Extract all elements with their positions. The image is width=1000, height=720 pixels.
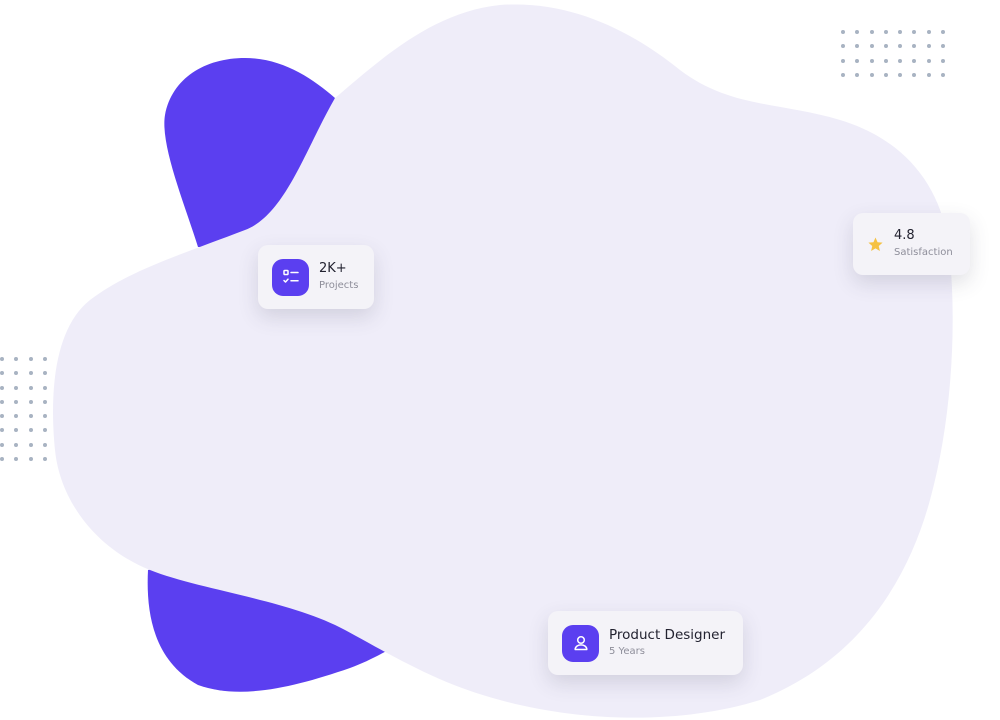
hero-illustration: 2K+ Projects 4.8 Satisfaction Product De… (0, 0, 1000, 720)
satisfaction-label: Satisfaction (894, 247, 953, 258)
dot-pattern-left (0, 357, 47, 462)
dot-pattern-top-right (841, 30, 946, 77)
background-blobs (53, 4, 953, 718)
role-title: Product Designer (609, 627, 726, 643)
satisfaction-score: 4.8 (894, 228, 915, 243)
user-icon (562, 624, 599, 662)
role-card: Product Designer 5 Years (548, 611, 743, 675)
satisfaction-stat-card: 4.8 Satisfaction (853, 213, 970, 275)
experience-years: 5 Years (609, 646, 645, 657)
projects-label: Projects (319, 280, 359, 291)
checklist-icon (272, 258, 309, 296)
projects-stat-card: 2K+ Projects (258, 245, 374, 309)
star-icon (868, 237, 883, 251)
projects-count: 2K+ (319, 261, 347, 276)
